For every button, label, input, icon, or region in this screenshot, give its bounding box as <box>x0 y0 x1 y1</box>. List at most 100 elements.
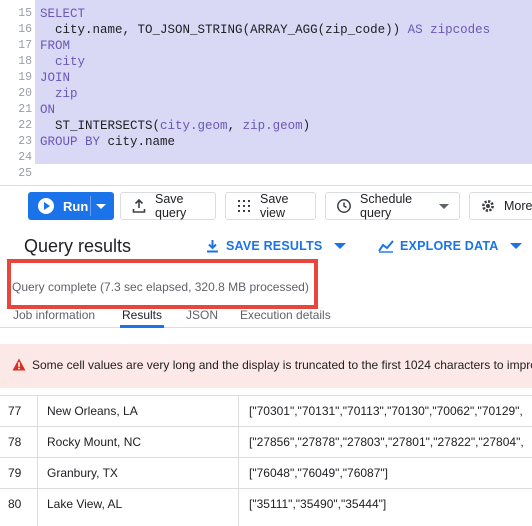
code-token: GROUP BY <box>40 135 108 149</box>
line-number: 18 <box>18 55 32 68</box>
zipcodes-cell: ["35111","35490","35444"] <box>249 497 387 511</box>
table-row[interactable]: 80 Lake View, AL ["35111","35490","35444"] <box>0 488 532 519</box>
code-token: city.name, <box>40 23 138 37</box>
save-view-label: Save view <box>260 192 289 220</box>
code-token: city.geom <box>160 119 228 133</box>
save-query-label: Save query <box>155 192 187 220</box>
grid-dots-icon <box>236 198 252 214</box>
code-token: ) <box>302 119 311 133</box>
save-query-button[interactable]: Save query <box>120 192 216 220</box>
run-button[interactable]: Run <box>28 192 114 220</box>
code-token: FROM <box>40 39 71 53</box>
code-line[interactable]: 20 zip <box>0 86 532 102</box>
sql-editor[interactable]: 15 SELECT 16 city.name, TO_JSON_STRING(ARR… <box>0 0 532 185</box>
more-button[interactable]: More <box>469 192 532 220</box>
tab-job-information[interactable]: Job information <box>13 308 95 322</box>
save-results-label: SAVE RESULTS <box>226 239 323 253</box>
code-line[interactable]: 19 JOIN <box>0 70 532 86</box>
code-token: , <box>227 119 243 133</box>
code-token: ( <box>242 23 251 37</box>
tab-execution-details[interactable]: Execution details <box>240 308 331 322</box>
code-token: ON <box>40 103 56 117</box>
chevron-down-icon <box>510 243 523 249</box>
query-results-title: Query results <box>24 236 132 256</box>
city-cell: Granbury, TX <box>47 466 118 480</box>
code-text: city <box>40 54 85 70</box>
code-line[interactable]: 16 city.name, TO_JSON_STRING(ARRAY_AGG(z… <box>0 22 532 38</box>
line-number: 15 <box>18 7 32 20</box>
line-number: 16 <box>18 23 32 36</box>
table-row[interactable]: 78 Rocky Mount, NC ["27856","27878","27803… <box>0 426 532 457</box>
row-number: 78 <box>8 435 22 449</box>
code-token: ST_INTERSECTS <box>40 119 153 133</box>
city-cell: Lake View, AL <box>47 497 123 511</box>
code-token: ( <box>152 119 161 133</box>
line-number: 24 <box>18 151 32 164</box>
save-view-button[interactable]: Save view <box>225 192 316 220</box>
zipcodes-cell: ["27856","27878","27803","27801","27822"… <box>249 435 524 449</box>
code-line[interactable]: 24 <box>0 150 532 166</box>
code-token: AS <box>407 23 423 37</box>
tab-results[interactable]: Results <box>122 308 162 322</box>
download-icon <box>207 240 218 253</box>
code-token: city <box>40 55 86 69</box>
chevron-down-icon <box>439 203 449 209</box>
code-token: zip.geom <box>242 119 303 133</box>
code-text: GROUP BY city.name <box>40 134 175 150</box>
code-text: ST_INTERSECTS(city.geom, zip.geom) <box>40 118 310 134</box>
code-token: TO_JSON_STRING <box>137 23 243 37</box>
run-button-divider <box>90 196 91 216</box>
code-text: SELECT <box>40 6 85 22</box>
code-line[interactable]: 18 city <box>0 54 532 70</box>
code-text: zip <box>40 86 78 102</box>
column-divider <box>238 395 239 526</box>
line-number: 20 <box>18 87 32 100</box>
zipcodes-cell: ["76048","76049","76087"] <box>249 466 389 480</box>
code-line[interactable]: 17 FROM <box>0 38 532 54</box>
gear-icon <box>480 198 496 214</box>
code-token: JOIN <box>40 71 71 85</box>
tab-json[interactable]: JSON <box>186 308 218 322</box>
chevron-down-icon <box>334 243 347 249</box>
code-line[interactable]: 15 SELECT <box>0 6 532 22</box>
zipcodes-cell: ["70301","70131","70113","70130","70062"… <box>249 404 523 418</box>
explore-data-button[interactable]: EXPLORE DATA <box>378 239 523 253</box>
line-number: 19 <box>18 71 32 84</box>
code-text: JOIN <box>40 70 70 86</box>
more-label: More <box>504 199 532 213</box>
active-tab-indicator <box>120 325 164 328</box>
query-toolbar: Run Save query Save view Schedule query <box>0 185 532 225</box>
truncation-warning: Some cell values are very long and the d… <box>0 344 532 388</box>
warning-icon <box>12 358 26 371</box>
line-number: 17 <box>18 39 32 52</box>
code-line[interactable]: 22 ST_INTERSECTS(city.geom, zip.geom) <box>0 118 532 134</box>
play-icon <box>38 198 54 214</box>
explore-data-label: EXPLORE DATA <box>400 239 499 253</box>
table-row[interactable]: 77 New Orleans, LA ["70301","70131","70113… <box>0 395 532 426</box>
row-number: 79 <box>8 466 22 480</box>
code-token: (zip_code)) <box>317 23 408 37</box>
city-cell: Rocky Mount, NC <box>47 435 142 449</box>
warning-message: Some cell values are very long and the d… <box>32 358 532 372</box>
code-token: ARRAY_AGG <box>250 23 318 37</box>
chart-icon <box>378 240 394 253</box>
run-button-label: Run <box>63 198 89 214</box>
table-row[interactable]: 79 Granbury, TX ["76048","76049","76087"] <box>0 457 532 488</box>
line-number: 21 <box>18 103 32 116</box>
code-line[interactable]: 25 <box>0 166 532 182</box>
line-number: 22 <box>18 119 32 132</box>
city-cell: New Orleans, LA <box>47 404 138 418</box>
code-line[interactable]: 21 ON <box>0 102 532 118</box>
schedule-query-button[interactable]: Schedule query <box>325 192 460 220</box>
highlight-box <box>7 259 318 309</box>
chevron-down-icon[interactable] <box>96 204 106 209</box>
code-text: FROM <box>40 38 70 54</box>
save-results-button[interactable]: SAVE RESULTS <box>206 239 347 253</box>
code-token: SELECT <box>40 7 86 21</box>
code-line[interactable]: 23 GROUP BY city.name <box>0 134 532 150</box>
clock-icon <box>336 198 352 214</box>
code-token: city.name <box>107 135 176 149</box>
line-number: 25 <box>18 167 32 180</box>
upload-icon <box>131 198 147 214</box>
line-number: 23 <box>18 135 32 148</box>
